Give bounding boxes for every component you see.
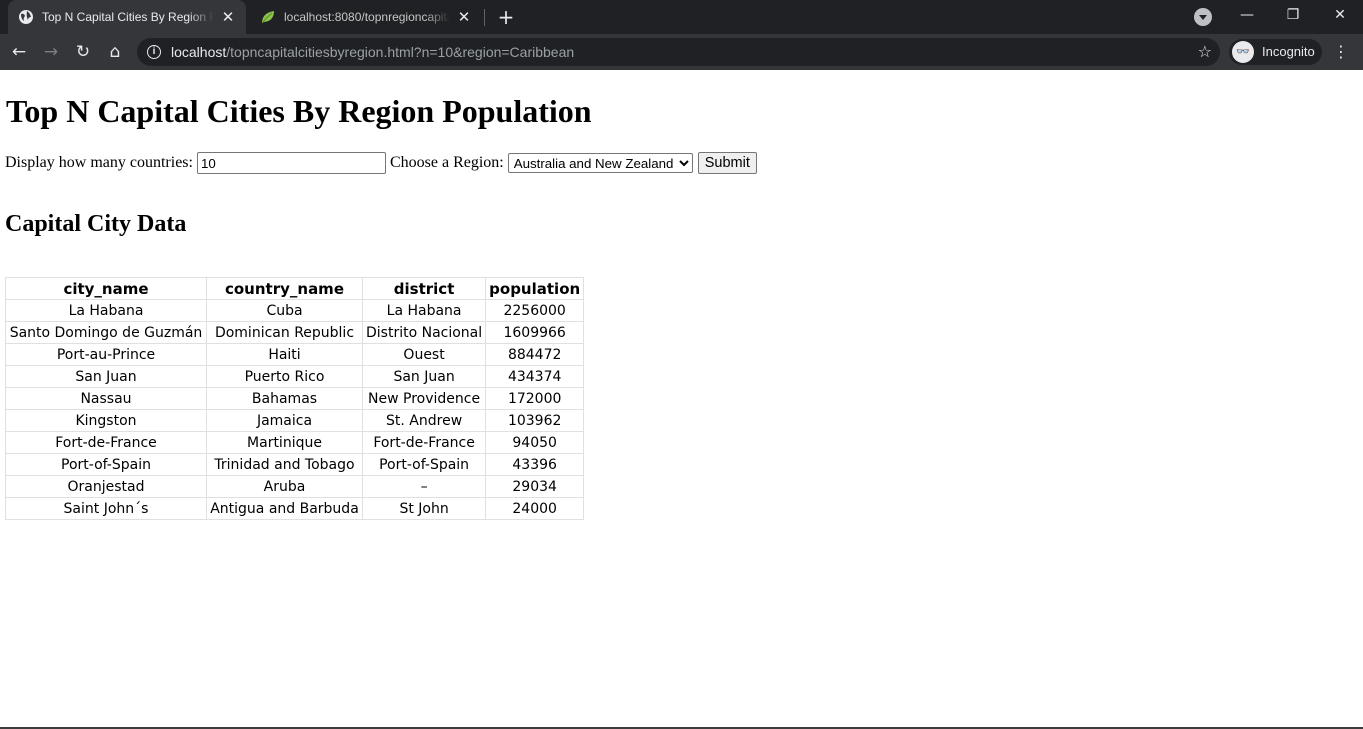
page-content: Top N Capital Cities By Region Populatio…	[0, 70, 1363, 729]
table-body: La Habana Cuba La Habana 2256000 Santo D…	[5, 299, 585, 520]
table-cell: 1609966	[485, 321, 585, 344]
table-cell: St John	[361, 497, 487, 520]
minimize-icon[interactable]: —	[1224, 0, 1270, 34]
region-select[interactable]: Australia and New Zealand	[507, 153, 693, 173]
count-input[interactable]	[196, 152, 386, 174]
table-row: Fort-de-France Martinique Fort-de-France…	[5, 431, 585, 454]
tab-title: Top N Capital Cities By Region Populatio…	[42, 10, 214, 24]
incognito-icon: 👓	[1232, 41, 1254, 63]
table-row: Santo Domingo de Guzmán Dominican Republ…	[5, 321, 585, 344]
query-form: Display how many countries: Choose a Reg…	[5, 151, 757, 175]
reload-icon[interactable]: ↻	[69, 38, 97, 66]
close-icon[interactable]: ✕	[220, 8, 236, 26]
restore-icon[interactable]: ❐	[1270, 0, 1316, 34]
url-text: localhost/topncapitalcitiesbyregion.html…	[171, 44, 575, 60]
table-cell: 43396	[485, 453, 585, 476]
tab-search-chevron-icon[interactable]	[1194, 8, 1212, 26]
close-icon[interactable]: ✕	[456, 8, 472, 26]
table-cell: Port-of-Spain	[361, 453, 487, 476]
count-label: Display how many countries:	[5, 154, 193, 171]
tab-title: localhost:8080/topnregioncapitalcities	[284, 10, 450, 24]
table-cell: Haiti	[206, 343, 363, 366]
capital-city-table: city_name country_name district populati…	[5, 277, 585, 520]
table-cell: Port-au-Prince	[5, 343, 207, 366]
leaf-icon	[262, 11, 274, 23]
table-row: Port-au-Prince Haiti Ouest 884472	[5, 343, 585, 366]
back-arrow-icon[interactable]: ←	[5, 38, 33, 66]
table-cell: Trinidad and Tobago	[206, 453, 363, 476]
table-cell: Ouest	[361, 343, 487, 366]
table-cell: New Providence	[361, 387, 487, 410]
table-cell: 29034	[485, 475, 585, 498]
table-cell: St. Andrew	[361, 409, 487, 432]
info-icon[interactable]: i	[147, 45, 161, 59]
browser-toolbar: ← → ↻ ⌂ i localhost/topncapitalcitiesbyr…	[0, 34, 1363, 70]
tab-strip: Top N Capital Cities By Region Populatio…	[0, 0, 1363, 34]
table-cell: Puerto Rico	[206, 365, 363, 388]
table-cell: 24000	[485, 497, 585, 520]
table-row: San Juan Puerto Rico San Juan 434374	[5, 365, 585, 388]
table-cell: Antigua and Barbuda	[206, 497, 363, 520]
incognito-label: Incognito	[1262, 44, 1315, 59]
globe-icon	[19, 10, 33, 24]
address-bar[interactable]: i localhost/topncapitalcitiesbyregion.ht…	[137, 38, 1220, 66]
table-row: La Habana Cuba La Habana 2256000	[5, 299, 585, 322]
bookmark-star-icon[interactable]: ☆	[1198, 38, 1212, 66]
table-cell: Martinique	[206, 431, 363, 454]
table-cell: 2256000	[485, 299, 585, 322]
table-cell: 884472	[485, 343, 585, 366]
table-cell: Saint John´s	[5, 497, 207, 520]
table-cell: Jamaica	[206, 409, 363, 432]
column-header: population	[485, 277, 585, 300]
table-cell: 94050	[485, 431, 585, 454]
home-icon[interactable]: ⌂	[101, 38, 129, 66]
incognito-badge[interactable]: 👓 Incognito	[1229, 39, 1322, 65]
tab-inactive[interactable]: localhost:8080/topnregioncapitalcities ✕	[250, 0, 482, 34]
table-cell: Fort-de-France	[5, 431, 207, 454]
table-cell: 103962	[485, 409, 585, 432]
column-header: city_name	[5, 277, 207, 300]
page-title: Top N Capital Cities By Region Populatio…	[6, 93, 592, 129]
table-cell: Kingston	[5, 409, 207, 432]
table-cell: Bahamas	[206, 387, 363, 410]
table-cell: Port-of-Spain	[5, 453, 207, 476]
table-cell: 172000	[485, 387, 585, 410]
close-window-icon[interactable]: ✕	[1317, 0, 1363, 34]
table-cell: La Habana	[5, 299, 207, 322]
table-cell: Aruba	[206, 475, 363, 498]
menu-kebab-icon[interactable]: ⋮	[1331, 38, 1351, 66]
column-header: district	[361, 277, 487, 300]
table-cell: San Juan	[361, 365, 487, 388]
table-cell: Santo Domingo de Guzmán	[5, 321, 207, 344]
column-header: country_name	[206, 277, 363, 300]
table-row: Saint John´s Antigua and Barbuda St John…	[5, 497, 585, 520]
table-cell: 434374	[485, 365, 585, 388]
table-cell: –	[361, 475, 487, 498]
table-cell: Cuba	[206, 299, 363, 322]
tab-active[interactable]: Top N Capital Cities By Region Populatio…	[8, 0, 246, 34]
table-cell: La Habana	[361, 299, 487, 322]
new-tab-plus-icon[interactable]: +	[495, 3, 517, 31]
table-cell: Nassau	[5, 387, 207, 410]
table-row: Nassau Bahamas New Providence 172000	[5, 387, 585, 410]
table-cell: Oranjestad	[5, 475, 207, 498]
table-cell: Dominican Republic	[206, 321, 363, 344]
section-title: Capital City Data	[5, 211, 187, 237]
table-cell: San Juan	[5, 365, 207, 388]
table-row: Port-of-Spain Trinidad and Tobago Port-o…	[5, 453, 585, 476]
table-row: Oranjestad Aruba – 29034	[5, 475, 585, 498]
table-row: Kingston Jamaica St. Andrew 103962	[5, 409, 585, 432]
tab-separator	[484, 9, 485, 26]
table-cell: Distrito Nacional	[361, 321, 487, 344]
forward-arrow-icon[interactable]: →	[37, 38, 65, 66]
submit-button[interactable]: Submit	[697, 152, 757, 174]
region-label: Choose a Region:	[389, 154, 504, 171]
table-cell: Fort-de-France	[361, 431, 487, 454]
table-header-row: city_name country_name district populati…	[5, 277, 585, 300]
